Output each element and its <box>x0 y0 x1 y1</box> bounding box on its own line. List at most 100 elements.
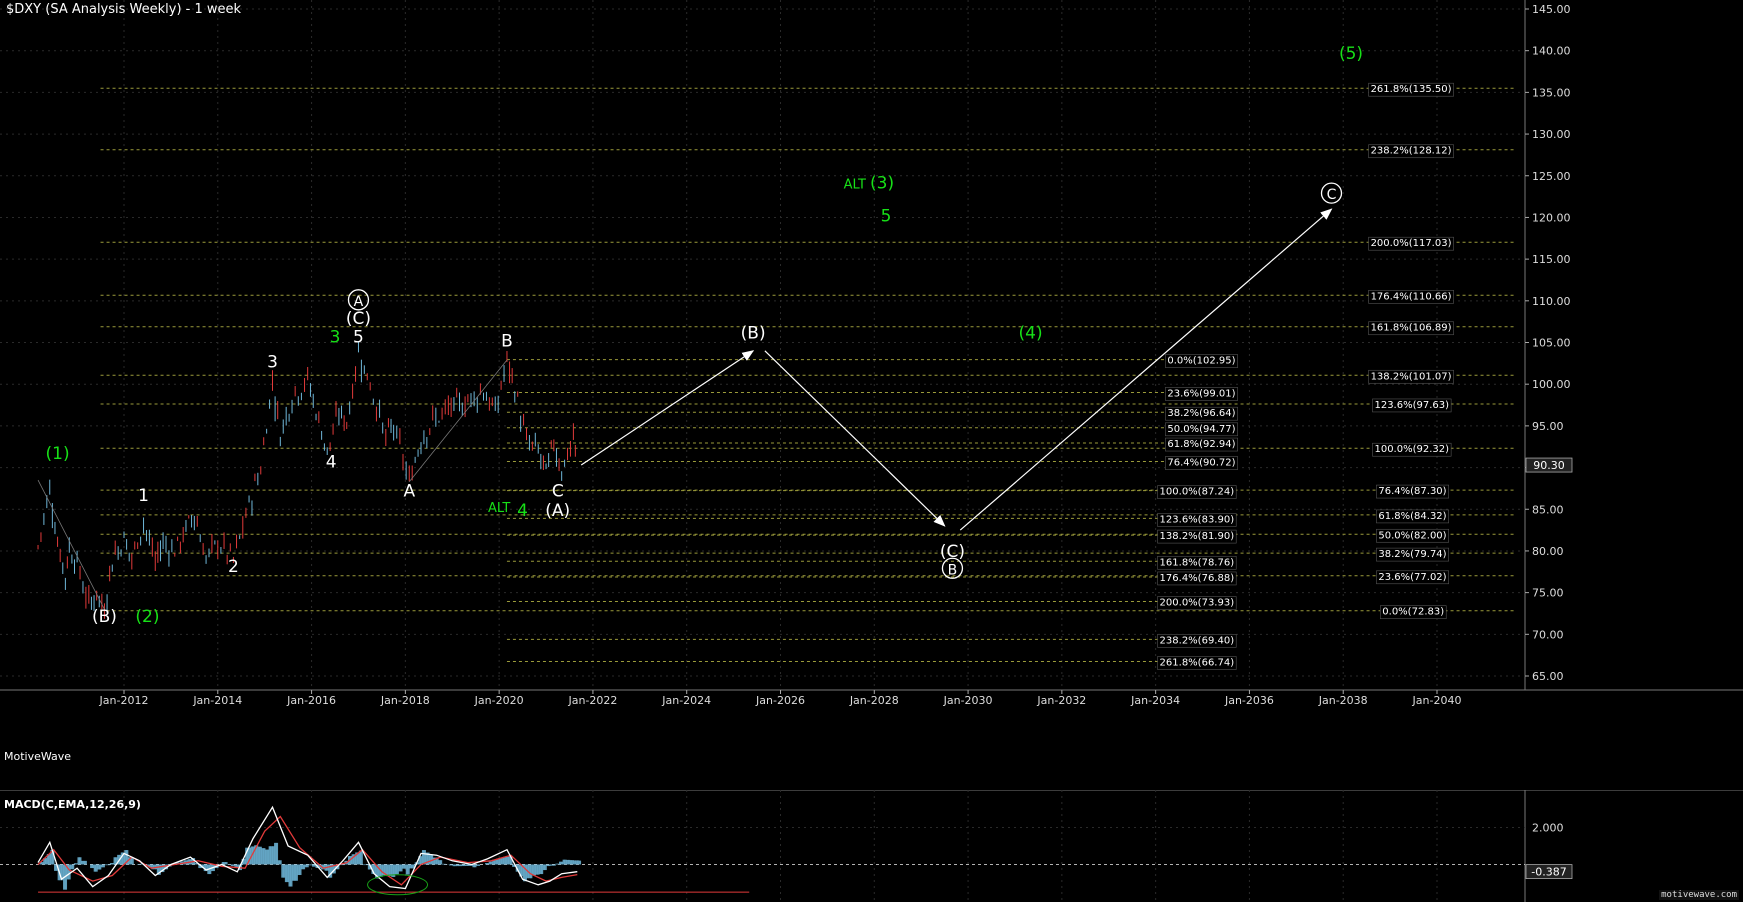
fib-level-label: 200.0%(117.03) <box>1371 238 1452 249</box>
time-tick-label: Jan-2014 <box>192 694 242 707</box>
price-tick-label: 95.00 <box>1532 420 1564 433</box>
price-tick-label: 105.00 <box>1532 337 1571 350</box>
last-price-label: 90.30 <box>1533 459 1565 472</box>
time-tick-label: Jan-2024 <box>661 694 711 707</box>
fib-level-label: 100.0%(92.32) <box>1374 444 1449 455</box>
time-tick-label: Jan-2034 <box>1130 694 1180 707</box>
wave-label: (A) <box>545 501 570 521</box>
time-tick-label: Jan-2028 <box>849 694 899 707</box>
wave-label: (B) <box>741 323 766 343</box>
wave-label: B <box>501 332 513 352</box>
price-tick-label: 140.00 <box>1532 45 1571 58</box>
time-tick-label: Jan-2026 <box>755 694 805 707</box>
macd-title: MACD(C,EMA,12,26,9) <box>4 798 141 811</box>
macd-histogram-bar <box>360 850 363 865</box>
fib-level-label: 261.8%(66.74) <box>1160 657 1235 668</box>
macd-histogram-bar <box>443 863 446 865</box>
fib-level-label: 161.8%(78.76) <box>1160 557 1235 568</box>
fib-level-label: 261.8%(135.50) <box>1371 84 1452 95</box>
macd-histogram-bar <box>439 860 443 865</box>
chart-window: 65.0070.0075.0080.0085.0090.0095.00100.0… <box>0 0 1743 902</box>
macd-histogram-bar <box>72 864 75 870</box>
wave-label: 4 <box>326 453 337 473</box>
price-tick-label: 80.00 <box>1532 545 1564 558</box>
fib-level-label: 0.0%(102.95) <box>1167 356 1235 367</box>
fib-level-label: 23.6%(99.01) <box>1167 388 1235 399</box>
wave-label: (1) <box>46 444 70 464</box>
wave-label: A <box>403 482 415 502</box>
time-tick-label: Jan-2036 <box>1224 694 1274 707</box>
time-tick-label: Jan-2018 <box>380 694 430 707</box>
time-tick-label: Jan-2016 <box>286 694 336 707</box>
price-tick-label: 70.00 <box>1532 628 1564 641</box>
price-chart[interactable]: 65.0070.0075.0080.0085.0090.0095.00100.0… <box>0 0 1743 790</box>
price-tick-label: 65.00 <box>1532 670 1564 683</box>
macd-tick-label: 2.000 <box>1532 822 1564 835</box>
macd-histogram-bar <box>279 860 282 865</box>
wave-label: (5) <box>1339 44 1363 64</box>
wave-label: (3) <box>870 173 894 193</box>
wave-label: (B) <box>92 607 117 627</box>
fib-level-label: 138.2%(81.90) <box>1160 531 1235 542</box>
fib-level-label: 138.2%(101.07) <box>1371 371 1452 382</box>
wave-label: C <box>1327 187 1337 203</box>
wave-label: 4 <box>517 501 528 521</box>
time-tick-label: Jan-2020 <box>474 694 524 707</box>
price-plot-area <box>0 0 1525 690</box>
fib-level-label: 38.2%(96.64) <box>1167 408 1235 419</box>
wave-label: 5 <box>881 207 892 227</box>
time-tick-label: Jan-2038 <box>1318 694 1368 707</box>
price-tick-label: 85.00 <box>1532 503 1564 516</box>
wave-label: ALT <box>844 177 866 192</box>
fib-level-label: 176.4%(76.88) <box>1160 573 1235 584</box>
wave-label: 3 <box>267 353 278 373</box>
time-tick-label: Jan-2022 <box>567 694 617 707</box>
fib-level-label: 50.0%(94.77) <box>1167 424 1235 435</box>
fib-level-label: 61.8%(84.32) <box>1378 511 1446 522</box>
wave-label: ALT <box>488 501 510 516</box>
price-tick-label: 130.00 <box>1532 128 1571 141</box>
price-tick-label: 75.00 <box>1532 587 1564 600</box>
fib-level-label: 100.0%(87.24) <box>1160 487 1235 498</box>
macd-histogram-bar <box>578 860 582 865</box>
fib-level-label: 0.0%(72.83) <box>1382 607 1444 618</box>
macd-last-value-label: -0.387 <box>1531 866 1566 879</box>
fib-level-label: 238.2%(128.12) <box>1371 146 1452 157</box>
macd-histogram-bar <box>342 864 345 866</box>
macd-histogram-bar <box>477 864 481 866</box>
wave-label: (4) <box>1019 323 1043 343</box>
price-tick-label: 115.00 <box>1532 253 1571 266</box>
price-tick-label: 135.00 <box>1532 86 1571 99</box>
fib-level-label: 161.8%(106.89) <box>1371 323 1452 334</box>
wave-label: 1 <box>138 486 149 506</box>
macd-chart[interactable]: 2.000 -0.387 <box>0 790 1743 902</box>
wave-label: 2 <box>228 557 239 577</box>
fib-level-label: 23.6%(77.02) <box>1378 572 1446 583</box>
wave-label: (C) <box>346 309 371 329</box>
fib-level-label: 38.2%(79.74) <box>1378 549 1446 560</box>
time-tick-label: Jan-2012 <box>99 694 149 707</box>
fib-level-label: 123.6%(97.63) <box>1374 400 1449 411</box>
fib-level-label: 200.0%(73.93) <box>1160 598 1235 609</box>
price-tick-label: 110.00 <box>1532 295 1571 308</box>
time-tick-label: Jan-2032 <box>1036 694 1086 707</box>
fib-level-label: 238.2%(69.40) <box>1160 635 1235 646</box>
watermark: motivewave.com <box>1659 890 1739 900</box>
macd-histogram-bar <box>553 864 556 866</box>
fib-level-label: 76.4%(90.72) <box>1167 458 1235 469</box>
wave-label: 5 <box>353 328 364 348</box>
fib-level-label: 61.8%(92.94) <box>1167 439 1235 450</box>
macd-plot-area <box>0 790 1525 902</box>
time-tick-label: Jan-2040 <box>1412 694 1462 707</box>
wave-label: C <box>552 482 564 502</box>
macd-histogram-bar <box>108 864 111 866</box>
macd-histogram-bar <box>84 860 87 865</box>
brand-label: MotiveWave <box>4 750 72 763</box>
wave-label: A <box>354 294 364 310</box>
fib-level-label: 123.6%(83.90) <box>1160 514 1235 525</box>
wave-label: 3 <box>330 328 341 348</box>
price-tick-label: 145.00 <box>1532 3 1571 16</box>
price-tick-label: 120.00 <box>1532 211 1571 224</box>
time-tick-label: Jan-2030 <box>943 694 993 707</box>
fib-level-label: 176.4%(110.66) <box>1371 291 1452 302</box>
